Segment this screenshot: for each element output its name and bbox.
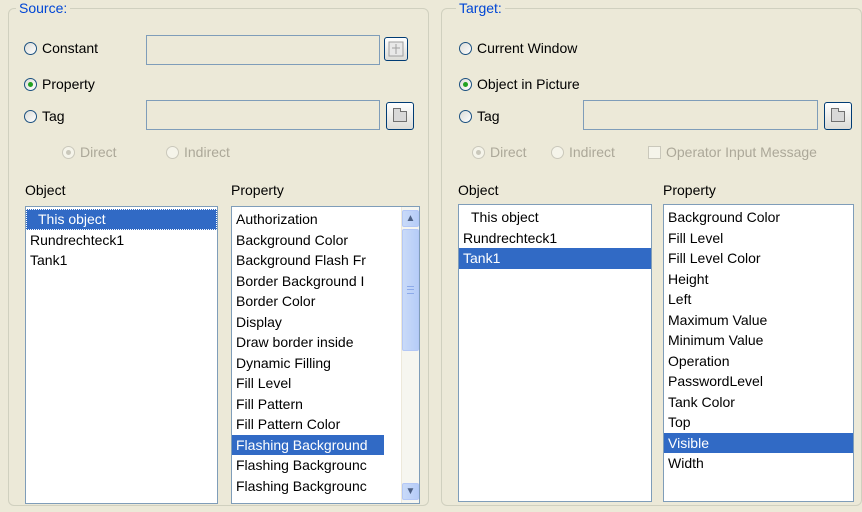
source-radio-property[interactable]: Property <box>24 74 95 94</box>
list-item[interactable]: Background Flash Fr <box>232 250 384 271</box>
source-radio-tag[interactable]: Tag <box>24 106 65 126</box>
list-item[interactable]: Fill Level Color <box>664 248 853 269</box>
radio-label: Direct <box>80 144 117 160</box>
target-property-list[interactable]: Background Color Fill Level Fill Level C… <box>663 204 854 502</box>
scroll-down-button[interactable]: ▼ <box>402 483 419 500</box>
list-item[interactable]: Authorization <box>232 209 384 230</box>
list-item[interactable]: Border Background I <box>232 271 384 292</box>
target-radio-indirect: Indirect <box>551 142 615 162</box>
source-constant-browse-button[interactable] <box>384 37 408 61</box>
source-object-list[interactable]: This object Rundrechteck1 Tank1 <box>25 206 218 504</box>
source-legend: Source: <box>16 0 71 16</box>
target-operator-input-checkbox[interactable]: Operator Input Message <box>648 142 817 162</box>
source-tag-input[interactable] <box>146 100 380 130</box>
radio-button <box>551 145 564 159</box>
radio-label: Constant <box>42 40 99 56</box>
list-item[interactable]: Rundrechteck1 <box>459 228 651 249</box>
list-item[interactable]: Width <box>664 453 853 474</box>
list-item[interactable]: Flashing Background <box>232 434 384 455</box>
folder-icon <box>831 107 845 122</box>
list-item[interactable]: Left <box>664 289 853 310</box>
radio-button <box>472 145 485 159</box>
list-item[interactable]: Border Color <box>232 291 384 312</box>
list-item[interactable]: Top <box>664 412 853 433</box>
list-item[interactable]: Background Color <box>664 207 853 228</box>
list-item[interactable]: Tank1 <box>459 248 651 269</box>
scroll-up-button[interactable]: ▲ <box>402 210 419 227</box>
target-object-list[interactable]: This object Rundrechteck1 Tank1 <box>458 204 652 502</box>
source-object-caption: Object <box>25 182 66 198</box>
source-radio-direct: Direct <box>62 142 117 162</box>
target-radio-direct: Direct <box>472 142 527 162</box>
radio-label: Property <box>42 76 95 92</box>
radio-label: Direct <box>490 144 527 160</box>
radio-button[interactable] <box>24 41 37 55</box>
radio-label: Indirect <box>184 144 230 160</box>
list-item[interactable]: Minimum Value <box>664 330 853 351</box>
target-object-caption: Object <box>458 182 499 198</box>
target-tag-browse-button[interactable] <box>824 102 852 130</box>
list-item[interactable]: Fill Level <box>664 228 853 249</box>
source-radio-constant[interactable]: Constant <box>24 38 98 58</box>
target-radio-object-in-picture[interactable]: Object in Picture <box>459 74 580 94</box>
list-item[interactable]: Rundrechteck1 <box>26 230 217 251</box>
list-item[interactable]: Fill Pattern Color <box>232 414 384 435</box>
radio-label: Tag <box>477 108 500 124</box>
chevron-down-icon: ▼ <box>405 486 416 497</box>
list-item[interactable]: Flashing Backgrounc <box>232 455 384 476</box>
radio-button[interactable] <box>459 109 472 123</box>
chevron-up-icon: ▲ <box>405 213 416 224</box>
tag-browse-icon <box>388 41 404 57</box>
checkbox[interactable] <box>648 145 661 159</box>
list-item[interactable]: Visible <box>664 432 853 453</box>
radio-button[interactable] <box>24 109 37 123</box>
target-radio-current-window[interactable]: Current Window <box>459 38 577 58</box>
radio-label: Object in Picture <box>477 76 580 92</box>
source-property-scrollbar[interactable]: ▲ ▼ <box>401 207 419 503</box>
radio-button[interactable] <box>459 77 472 91</box>
radio-button <box>166 145 179 159</box>
list-item[interactable]: Maximum Value <box>664 310 853 331</box>
grip-icon <box>407 286 414 294</box>
source-tag-browse-button[interactable] <box>386 102 414 130</box>
target-legend: Target: <box>456 0 505 16</box>
list-item[interactable]: Tank Color <box>664 392 853 413</box>
checkbox-label: Operator Input Message <box>666 144 817 160</box>
source-radio-indirect: Indirect <box>166 142 230 162</box>
radio-button <box>62 145 75 159</box>
target-property-caption: Property <box>663 182 716 198</box>
property-items: Authorization Background Color Backgroun… <box>232 209 384 496</box>
radio-button[interactable] <box>24 77 37 91</box>
list-item[interactable]: Tank1 <box>26 250 217 271</box>
radio-label: Tag <box>42 108 65 124</box>
source-property-caption: Property <box>231 182 284 198</box>
radio-button[interactable] <box>459 41 472 55</box>
source-property-list[interactable]: Authorization Background Color Backgroun… <box>231 206 420 504</box>
list-item[interactable]: Height <box>664 269 853 290</box>
list-item[interactable]: Fill Level <box>232 373 384 394</box>
radio-label: Current Window <box>477 40 578 56</box>
list-item[interactable]: Operation <box>664 351 853 372</box>
list-item[interactable]: PasswordLevel <box>664 371 853 392</box>
list-item[interactable]: Dynamic Filling <box>232 353 384 374</box>
list-item[interactable]: This object <box>26 209 217 230</box>
source-constant-input[interactable] <box>146 35 380 65</box>
folder-icon <box>393 107 407 122</box>
target-radio-tag[interactable]: Tag <box>459 106 500 126</box>
list-item[interactable]: Fill Pattern <box>232 394 384 415</box>
scroll-thumb[interactable] <box>402 229 419 351</box>
list-item[interactable]: Background Color <box>232 230 384 251</box>
list-item[interactable]: Flashing Backgrounc <box>232 476 384 497</box>
list-item[interactable]: Draw border inside <box>232 332 384 353</box>
list-item[interactable]: Display <box>232 312 384 333</box>
target-tag-input[interactable] <box>583 100 818 130</box>
list-item[interactable]: This object <box>459 207 651 228</box>
radio-label: Indirect <box>569 144 615 160</box>
